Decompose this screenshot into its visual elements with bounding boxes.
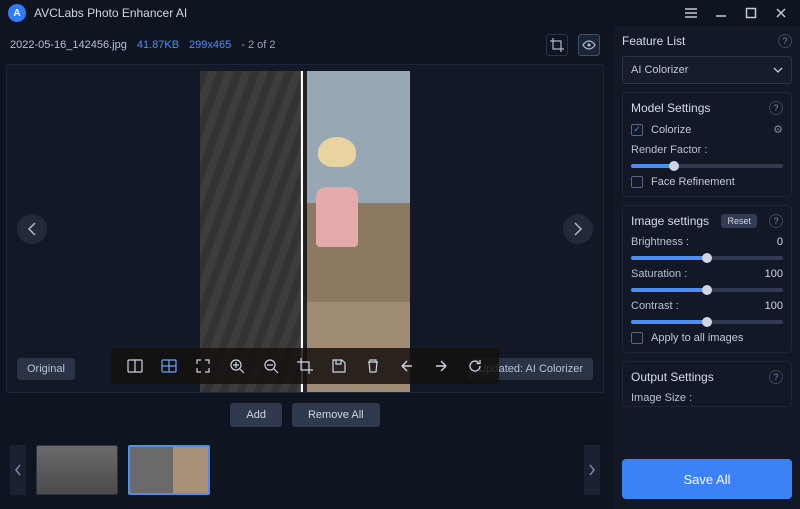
delete-icon[interactable] — [363, 356, 383, 376]
reset-button[interactable]: Reset — [721, 214, 757, 228]
model-settings-section: Model Settings ? Colorize ⚙ Render Facto… — [622, 92, 792, 197]
save-all-button[interactable]: Save All — [622, 459, 792, 499]
output-settings-title: Output Settings — [631, 370, 714, 384]
zoom-out-icon[interactable] — [261, 356, 281, 376]
main-area: 2022-05-16_142456.jpg 41.87KB 299x465 - … — [0, 26, 614, 509]
side-panel: Feature List ? AI Colorizer Model Settin… — [614, 26, 800, 509]
crop-button[interactable] — [546, 34, 568, 56]
gear-icon[interactable]: ⚙ — [773, 123, 783, 136]
menu-icon[interactable] — [680, 2, 702, 24]
close-icon[interactable] — [770, 2, 792, 24]
saturation-label: Saturation : — [631, 268, 687, 280]
file-name: 2022-05-16_142456.jpg — [10, 39, 127, 51]
feature-selected: AI Colorizer — [631, 64, 688, 76]
contrast-slider[interactable] — [631, 320, 783, 324]
file-info: 2022-05-16_142456.jpg 41.87KB 299x465 - … — [6, 32, 604, 58]
prev-image-button[interactable] — [17, 214, 47, 244]
midbar: Add Remove All — [6, 399, 604, 431]
colorize-label: Colorize — [651, 124, 691, 136]
original-badge: Original — [17, 358, 75, 380]
compare-image[interactable] — [200, 71, 410, 393]
face-refinement-label: Face Refinement — [651, 176, 735, 188]
thumb-next-button[interactable] — [584, 445, 600, 495]
help-icon[interactable]: ? — [769, 214, 783, 228]
help-icon[interactable]: ? — [778, 34, 792, 48]
help-icon[interactable]: ? — [769, 370, 783, 384]
saturation-slider[interactable] — [631, 288, 783, 292]
feature-select[interactable]: AI Colorizer — [622, 56, 792, 84]
model-settings-header: Model Settings ? — [631, 101, 783, 115]
app-title: AVCLabs Photo Enhancer AI — [34, 6, 187, 20]
titlebar: A AVCLabs Photo Enhancer AI — [0, 0, 800, 26]
image-settings-header: Image settings Reset ? — [631, 214, 783, 228]
minimize-icon[interactable] — [710, 2, 732, 24]
refresh-icon[interactable] — [465, 356, 485, 376]
feature-list-title: Feature List — [622, 34, 685, 48]
fit-screen-icon[interactable] — [193, 356, 213, 376]
remove-all-button[interactable]: Remove All — [292, 403, 380, 427]
file-size: 41.87KB — [137, 39, 179, 51]
preview-pane: Original Updated: AI Colorizer — [6, 64, 604, 393]
thumbnail-2[interactable] — [128, 445, 210, 495]
split-vertical-icon[interactable] — [125, 356, 145, 376]
saturation-row: Saturation : 100 — [631, 268, 783, 280]
add-button[interactable]: Add — [230, 403, 282, 427]
face-refinement-checkbox[interactable] — [631, 176, 643, 188]
thumbnail-strip — [6, 437, 604, 503]
colorize-checkbox[interactable] — [631, 124, 643, 136]
render-factor-slider[interactable] — [631, 164, 783, 168]
render-factor-label: Render Factor : — [631, 144, 783, 156]
preview-toggle-button[interactable] — [578, 34, 600, 56]
image-size-label: Image Size : — [631, 392, 783, 404]
thumbnail-1[interactable] — [36, 445, 118, 495]
file-dimensions: 299x465 — [189, 39, 231, 51]
colorize-row: Colorize ⚙ — [631, 123, 783, 136]
image-settings-title: Image settings — [631, 214, 709, 228]
help-icon[interactable]: ? — [769, 101, 783, 115]
chevron-down-icon — [773, 65, 783, 75]
app-logo: A — [8, 4, 26, 22]
brightness-label: Brightness : — [631, 236, 689, 248]
contrast-label: Contrast : — [631, 300, 679, 312]
brightness-slider[interactable] — [631, 256, 783, 260]
apply-all-label: Apply to all images — [651, 332, 743, 344]
crop-icon[interactable] — [295, 356, 315, 376]
zoom-in-icon[interactable] — [227, 356, 247, 376]
undo-icon[interactable] — [397, 356, 417, 376]
thumb-prev-button[interactable] — [10, 445, 26, 495]
brightness-value: 0 — [777, 236, 783, 248]
apply-all-row: Apply to all images — [631, 332, 783, 344]
grid-view-icon[interactable] — [159, 356, 179, 376]
output-settings-section: Output Settings ? Image Size : — [622, 361, 792, 407]
output-settings-header: Output Settings ? — [631, 370, 783, 384]
feature-list-header: Feature List ? — [622, 34, 792, 48]
face-refinement-row: Face Refinement — [631, 176, 783, 188]
redo-icon[interactable] — [431, 356, 451, 376]
brightness-row: Brightness : 0 — [631, 236, 783, 248]
model-settings-title: Model Settings — [631, 101, 710, 115]
image-settings-section: Image settings Reset ? Brightness : 0 Sa… — [622, 205, 792, 353]
maximize-icon[interactable] — [740, 2, 762, 24]
contrast-row: Contrast : 100 — [631, 300, 783, 312]
contrast-value: 100 — [765, 300, 783, 312]
saturation-value: 100 — [765, 268, 783, 280]
next-image-button[interactable] — [563, 214, 593, 244]
apply-all-checkbox[interactable] — [631, 332, 643, 344]
compare-divider[interactable] — [301, 71, 303, 393]
save-icon[interactable] — [329, 356, 349, 376]
file-counter: - 2 of 2 — [241, 39, 275, 51]
preview-toolbar — [111, 348, 499, 384]
